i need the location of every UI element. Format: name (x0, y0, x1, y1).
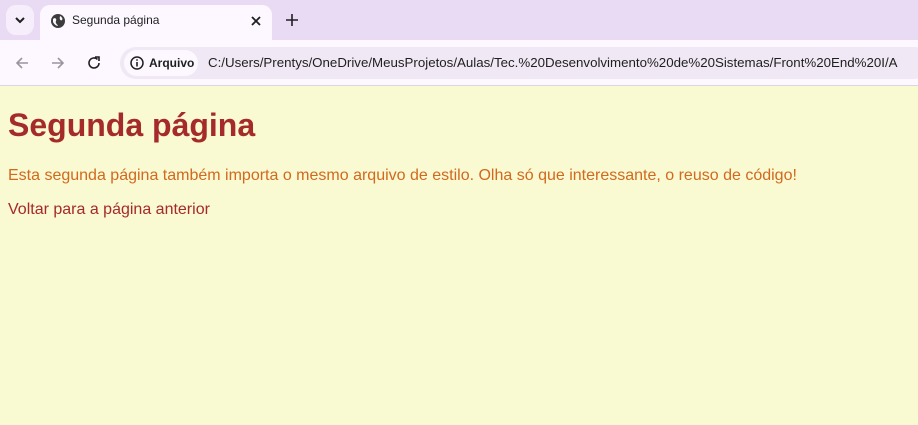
page-title: Segunda página (8, 107, 256, 143)
page-content: Segunda página Esta segunda página també… (0, 87, 918, 425)
reload-button[interactable] (81, 50, 107, 76)
url-text[interactable]: C:/Users/Prentys/OneDrive/MeusProjetos/A… (208, 55, 898, 70)
browser-toolbar: Arquivo C:/Users/Prentys/OneDrive/MeusPr… (0, 40, 918, 86)
arrow-left-icon (15, 57, 28, 69)
browser-tab[interactable]: Segunda página (40, 5, 272, 40)
new-tab-button[interactable] (280, 8, 304, 32)
tab-strip: Segunda página (0, 0, 918, 40)
chevron-down-icon (15, 17, 25, 24)
globe-icon (51, 14, 65, 28)
close-icon (251, 16, 261, 26)
back-link[interactable]: Voltar para a página anterior (8, 201, 210, 219)
site-info-label: Arquivo (149, 56, 195, 70)
address-bar[interactable]: Arquivo C:/Users/Prentys/OneDrive/MeusPr… (120, 47, 918, 79)
tab-search-button[interactable] (6, 5, 34, 35)
site-info-chip[interactable]: Arquivo (124, 50, 198, 76)
back-button[interactable] (9, 50, 35, 76)
tab-close-button[interactable] (246, 11, 266, 31)
tab-title: Segunda página (72, 13, 160, 27)
info-icon (130, 56, 144, 70)
reload-icon (88, 56, 100, 69)
page-paragraph: Esta segunda página também importa o mes… (8, 167, 797, 184)
forward-button[interactable] (45, 50, 71, 76)
plus-icon (286, 14, 298, 26)
arrow-right-icon (52, 57, 65, 69)
